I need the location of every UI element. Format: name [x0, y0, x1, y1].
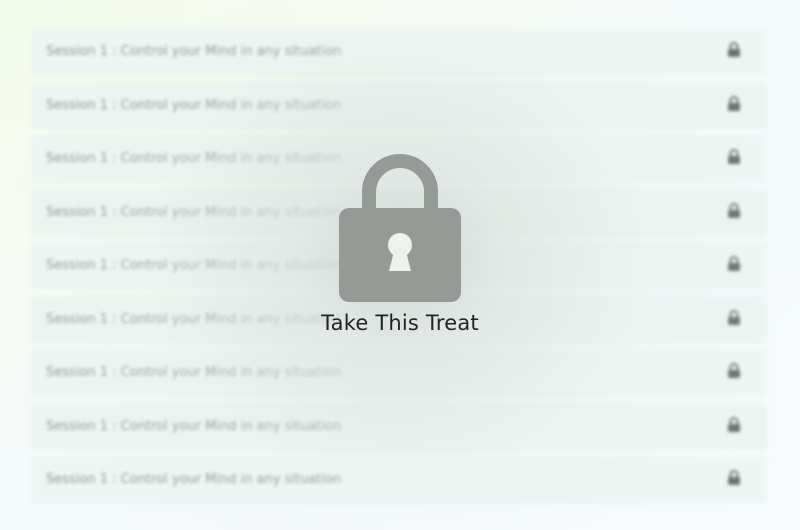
locked-content-page: Session 1 : Control your Mind in any sit…: [0, 0, 800, 530]
take-this-treat-label[interactable]: Take This Treat: [250, 311, 550, 335]
padlock-icon[interactable]: [339, 140, 461, 302]
locked-overlay[interactable]: Take This Treat: [0, 0, 800, 530]
